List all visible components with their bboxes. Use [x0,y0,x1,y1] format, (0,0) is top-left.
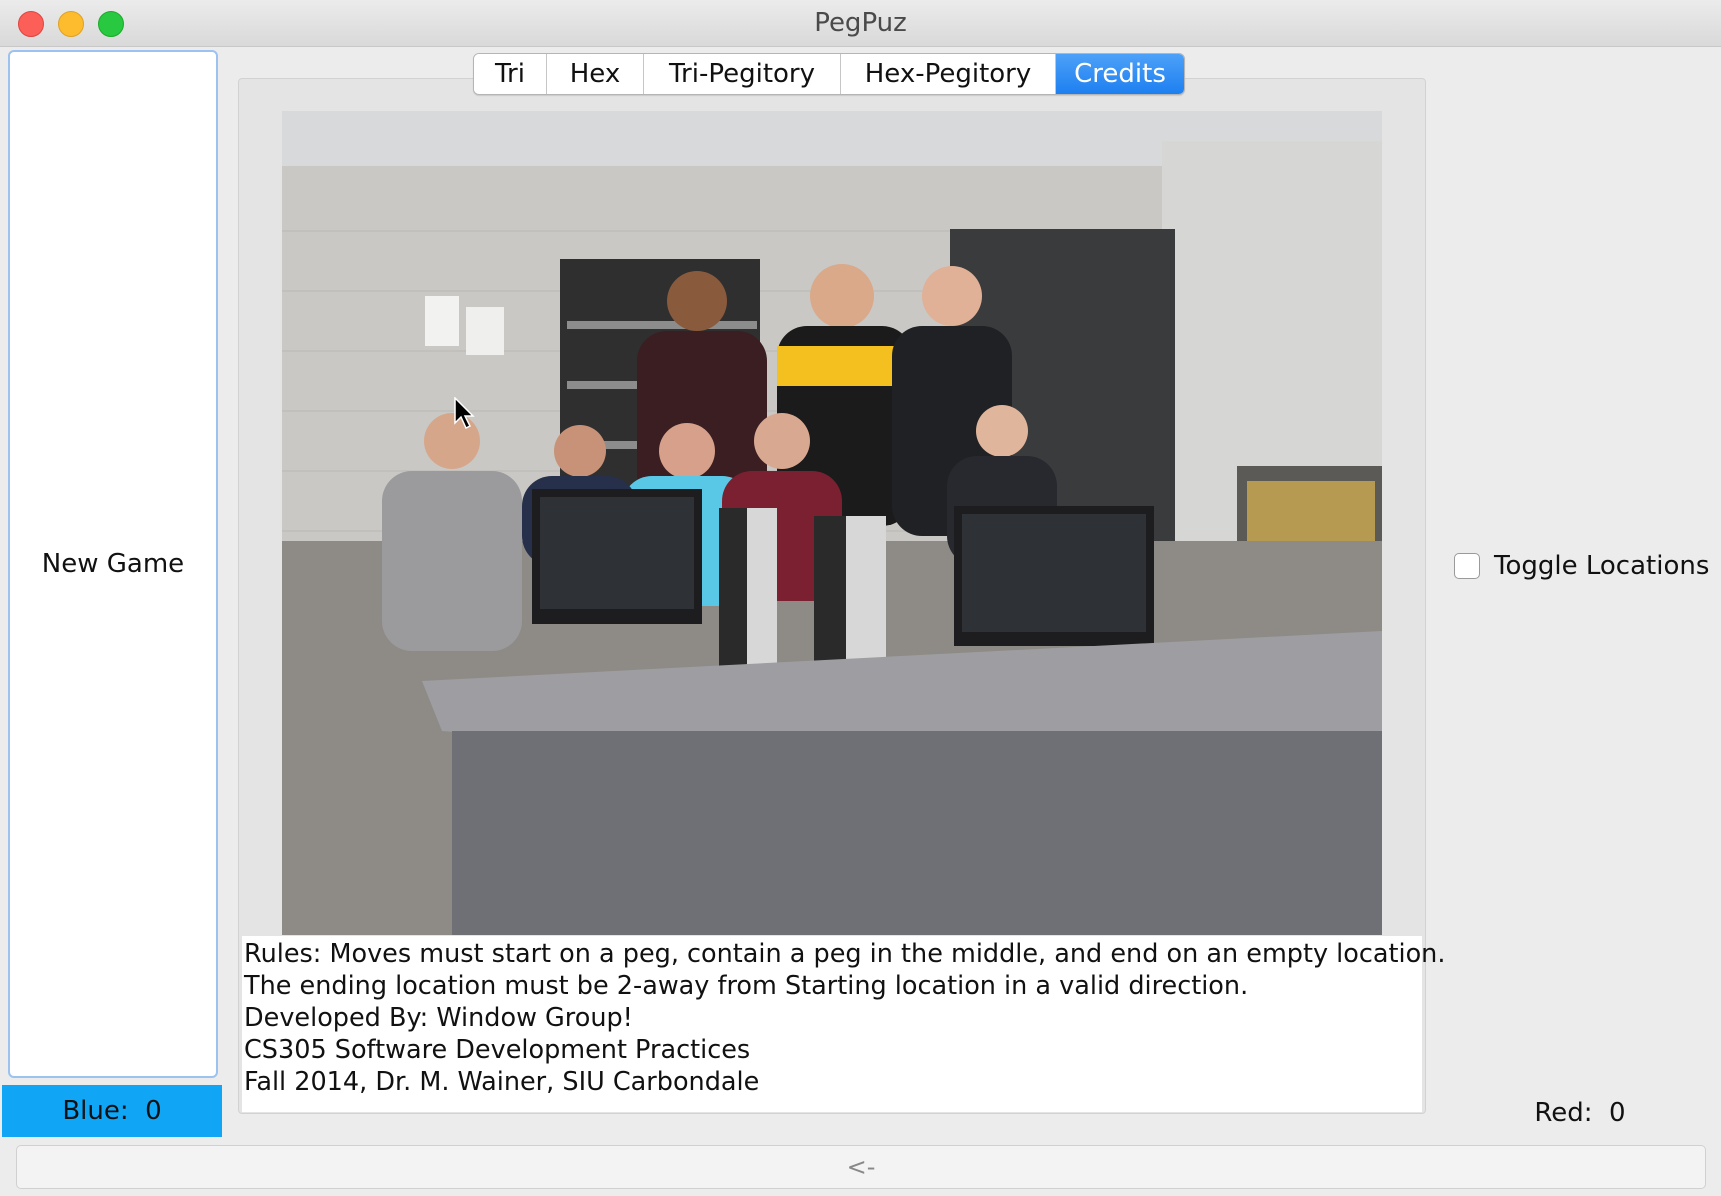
toggle-locations-checkbox[interactable]: Toggle Locations [1454,550,1709,582]
tab-label: Hex [569,59,621,89]
team-photo-illustration [282,111,1382,935]
tab-label: Tri [495,59,525,89]
blue-score-label: Blue: 0 [2,1085,222,1137]
tab-credits[interactable]: Credits [1056,54,1184,94]
rules-line: Rules: Moves must start on a peg, contai… [244,939,1446,969]
tab-bar: Tri Hex Tri-Pegitory Hex-Pegitory Credit… [473,53,1185,95]
new-game-button[interactable]: New Game [8,50,218,1078]
term-line: Fall 2014, Dr. M. Wainer, SIU Carbondale [244,1067,760,1097]
red-score-label: Red: 0 [1534,1098,1626,1128]
back-button[interactable]: <- [16,1145,1706,1189]
mouse-cursor-icon [454,397,475,430]
credits-text-area: Rules: Moves must start on a peg, contai… [242,936,1446,1112]
title-bar: PegPuz [0,0,1721,47]
developer-line: Developed By: Window Group! [244,1003,633,1033]
toggle-locations-label: Toggle Locations [1494,551,1710,581]
tab-label: Credits [1074,59,1166,89]
window-title: PegPuz [814,8,907,38]
tab-label: Hex-Pegitory [864,59,1032,89]
tab-label: Tri-Pegitory [668,59,815,89]
checkbox-icon[interactable] [1454,553,1480,579]
course-line: CS305 Software Development Practices [244,1035,751,1065]
team-photo [282,111,1382,935]
tab-hex-pegitory[interactable]: Hex-Pegitory [841,54,1056,94]
tab-tri[interactable]: Tri [474,54,547,94]
tab-tri-pegitory[interactable]: Tri-Pegitory [644,54,841,94]
rules-line: The ending location must be 2-away from … [244,971,1249,1001]
tab-hex[interactable]: Hex [547,54,644,94]
app-window: PegPuz New Game Blue: 0 Tri Hex Tri-Pegi… [0,0,1721,1196]
